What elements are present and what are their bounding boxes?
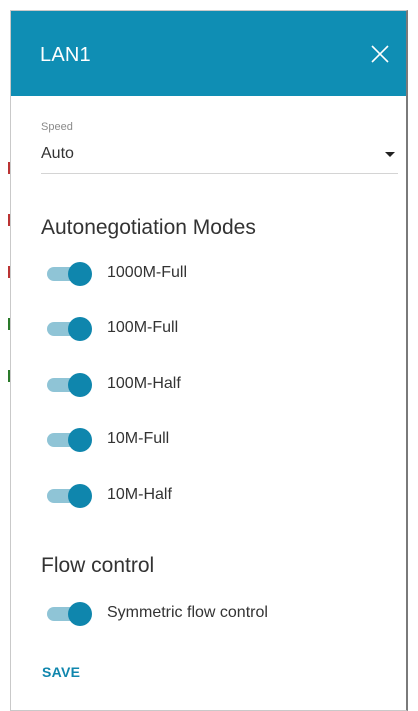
toggle-1000m-full[interactable]: 1000M-Full bbox=[45, 259, 187, 287]
flow-control-title: Flow control bbox=[41, 554, 155, 577]
save-button[interactable]: SAVE bbox=[42, 664, 80, 680]
lan-settings-panel: LAN1 Speed Auto Autonegotiation Modes 10… bbox=[10, 10, 408, 711]
toggle-label: 10M-Half bbox=[107, 486, 172, 503]
toggle-label: Symmetric flow control bbox=[107, 604, 268, 621]
toggle-10m-half[interactable]: 10M-Half bbox=[45, 481, 172, 509]
toggle-switch[interactable] bbox=[45, 601, 93, 626]
autoneg-title: Autonegotiation Modes bbox=[41, 216, 256, 239]
toggle-switch[interactable] bbox=[45, 316, 93, 341]
toggle-switch[interactable] bbox=[45, 372, 93, 397]
toggle-switch[interactable] bbox=[45, 427, 93, 452]
toggle-switch[interactable] bbox=[45, 261, 93, 286]
toggle-100m-half[interactable]: 100M-Half bbox=[45, 370, 181, 398]
toggle-label: 10M-Full bbox=[107, 430, 170, 447]
toggle-label: 100M-Half bbox=[107, 375, 181, 392]
speed-value: Auto bbox=[41, 145, 74, 162]
background-edge bbox=[0, 0, 10, 711]
toggle-symmetric-flow-control[interactable]: Symmetric flow control bbox=[45, 599, 268, 627]
toggle-label: 1000M-Full bbox=[107, 264, 188, 281]
toggle-10m-full[interactable]: 10M-Full bbox=[45, 425, 169, 453]
close-button[interactable] bbox=[366, 40, 394, 68]
toggle-label: 100M-Full bbox=[107, 319, 179, 336]
speed-label: Speed bbox=[41, 121, 73, 133]
panel-header: LAN1 bbox=[11, 11, 406, 96]
speed-field: Speed Auto bbox=[41, 121, 398, 174]
panel-title: LAN1 bbox=[40, 44, 91, 66]
chevron-down-icon bbox=[385, 152, 395, 157]
toggle-switch[interactable] bbox=[45, 483, 93, 508]
speed-select[interactable]: Auto bbox=[41, 145, 398, 174]
toggle-100m-full[interactable]: 100M-Full bbox=[45, 314, 178, 342]
close-icon bbox=[371, 45, 389, 63]
